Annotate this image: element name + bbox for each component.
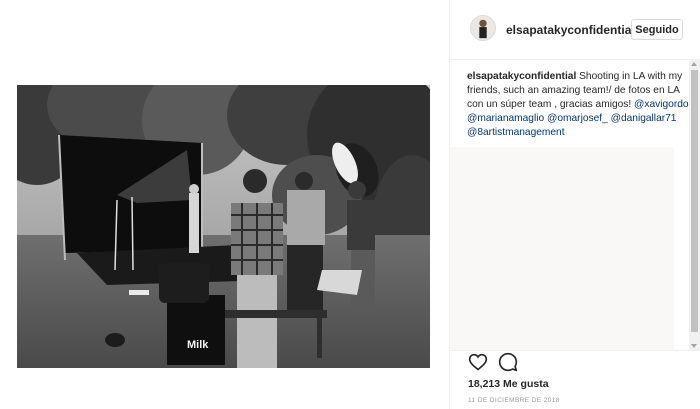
post-photo[interactable]: Milk (17, 85, 430, 368)
comments-scrollbar[interactable] (689, 60, 700, 350)
header-username[interactable]: elsapatakyconfidential (506, 23, 635, 37)
likes-count[interactable]: 18,213 Me gusta (468, 378, 549, 390)
actions-divider (450, 350, 700, 351)
caption-username[interactable]: elsapatakyconfidential (467, 71, 576, 82)
avatar[interactable] (470, 15, 496, 41)
post-date[interactable]: 11 DE DICIEMBRE DE 2018 (468, 397, 560, 404)
photo-scene (17, 85, 430, 368)
comment-icon[interactable] (498, 352, 518, 372)
scroll-down-arrow-icon[interactable] (691, 344, 697, 348)
post-media-area: Milk (0, 0, 449, 409)
mention-link[interactable]: @xavigordo (634, 99, 689, 110)
post-caption: elsapatakyconfidential Shooting in LA wi… (467, 70, 689, 140)
heart-icon[interactable] (468, 352, 488, 372)
mention-link[interactable]: @marianamaglio (467, 113, 544, 124)
post-header: elsapatakyconfidential Seguido (450, 0, 700, 60)
mention-link[interactable]: @8artistmanagement (467, 127, 565, 138)
comments-area (450, 147, 674, 350)
mention-link[interactable]: @danigallar71 (611, 113, 677, 124)
scrollbar-thumb[interactable] (691, 70, 698, 332)
avatar-icon (471, 16, 495, 40)
bag-brand-text: Milk (187, 339, 209, 351)
mention-link[interactable]: @omarjosef_ (547, 113, 608, 124)
scroll-up-arrow-icon[interactable] (691, 62, 697, 66)
follow-button[interactable]: Seguido (631, 19, 683, 40)
